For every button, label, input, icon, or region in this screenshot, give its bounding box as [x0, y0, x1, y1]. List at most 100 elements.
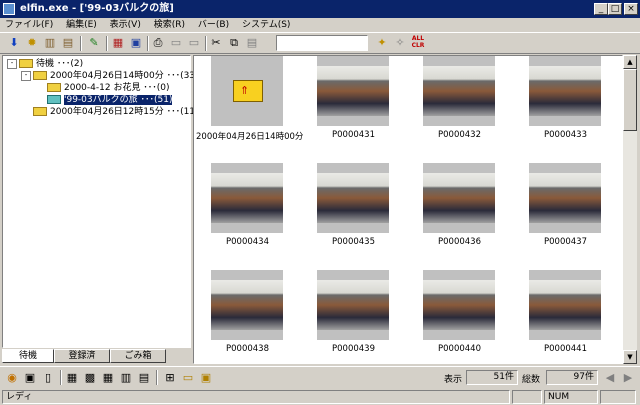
thumbnail-item[interactable]: P0000434	[196, 163, 299, 267]
toolbar-separator	[60, 370, 62, 385]
thumbnail-frame	[529, 163, 601, 233]
thumbnail-frame	[423, 56, 495, 126]
scroll-thumb[interactable]	[623, 69, 637, 131]
tab-registered[interactable]: 登録済	[54, 349, 110, 363]
toolbar-separator	[147, 36, 149, 51]
book-icon[interactable]: ▥	[42, 35, 58, 51]
thumbnail-frame	[423, 163, 495, 233]
folder-icon	[47, 83, 61, 92]
column-view-icon[interactable]: ▥	[118, 370, 134, 386]
menu-edit[interactable]: 編集(E)	[61, 18, 102, 32]
film-icon[interactable]: ▣	[128, 35, 144, 51]
maximize-button[interactable]: □	[608, 3, 622, 15]
thumbnail-frame	[529, 56, 601, 126]
search-next-icon[interactable]: ✧	[392, 35, 408, 51]
paste-icon[interactable]: ▤	[244, 35, 260, 51]
camera-icon[interactable]: ◉	[4, 370, 20, 386]
total-count-value: 97件	[546, 370, 598, 385]
title-bar[interactable]: elfin.exe - ['99-03バルクの旅]	[0, 0, 640, 18]
menu-bar-menu[interactable]: バー(B)	[193, 18, 234, 32]
folder-up-icon: ⇑	[233, 80, 263, 102]
next-arrow-icon[interactable]: ▶	[620, 370, 636, 386]
thumbnail-item[interactable]: P0000431	[302, 56, 405, 160]
tree-node-bulk-trip[interactable]: '99-03バルクの旅 ･･･(51)	[47, 94, 190, 106]
grid-medium-icon[interactable]: ▩	[82, 370, 98, 386]
search-input[interactable]	[276, 35, 368, 51]
grid-small-icon[interactable]: ▦	[100, 370, 116, 386]
bulb-icon[interactable]: ✹	[24, 35, 40, 51]
tree-node-20000426-1400[interactable]: -2000年04月26日14時00分 ･･･(33)	[21, 70, 199, 82]
trash-icon[interactable]: ▯	[40, 370, 56, 386]
thumbnail-item[interactable]: P0000433	[514, 56, 617, 160]
thumbnail-item[interactable]: P0000437	[514, 163, 617, 267]
album-icon[interactable]: ▤	[60, 35, 76, 51]
tree-node-hanami[interactable]: 2000-4-12 お花見 ･･･(0)	[47, 82, 190, 94]
toolbar: ⬇ ✹ ▥ ▤ ✎ ▦ ▣ ⎙ ▭ ▭ ✂ ⧉ ▤ ✦ ✧ ALL CLR	[0, 32, 640, 54]
cut-icon[interactable]: ✂	[208, 35, 224, 51]
info-icon[interactable]: ▣	[22, 370, 38, 386]
app-icon[interactable]	[3, 3, 15, 15]
menu-search[interactable]: 検索(R)	[149, 18, 190, 32]
num-lock-indicator: NUM	[544, 390, 598, 404]
menu-system[interactable]: システム(S)	[237, 18, 295, 32]
tree-node-20000426-1215[interactable]: 2000年04月26日12時15分 ･･･(11)	[33, 106, 199, 118]
thumbnail-item[interactable]: P0000435	[302, 163, 405, 267]
status-panel-blank	[512, 390, 542, 404]
tree-node-waiting[interactable]: - 待機 ･･･(2)	[7, 58, 190, 70]
thumbnail-caption: P0000432	[438, 130, 481, 140]
thumbnail-frame	[317, 270, 389, 340]
bottom-toolbar: ◉ ▣ ▯ ▦ ▩ ▦ ▥ ▤ ⊞ ▭ ▣ 表示 51件 総数 97件 ◀ ▶	[0, 366, 640, 388]
thumbnail-frame	[423, 270, 495, 340]
scroll-up-icon[interactable]: ▲	[623, 55, 637, 69]
tab-waiting[interactable]: 待機	[2, 349, 54, 363]
scroll-down-icon[interactable]: ▼	[623, 350, 637, 364]
thumbnail-caption: P0000435	[332, 237, 375, 247]
photo	[423, 280, 495, 330]
leaf-icon[interactable]: ✎	[86, 35, 102, 51]
vertical-scrollbar[interactable]: ▲ ▼	[623, 55, 637, 364]
thumbnail-item[interactable]: P0000432	[408, 56, 511, 160]
calendar-icon[interactable]: ▦	[110, 35, 126, 51]
import-arrow-icon[interactable]: ⬇	[6, 35, 22, 51]
thumbnail-caption: P0000440	[438, 344, 481, 354]
display-count-label: 表示	[444, 375, 463, 385]
total-count-label: 総数	[522, 375, 541, 385]
copy-icon[interactable]: ⧉	[226, 35, 242, 51]
menu-file[interactable]: ファイル(F)	[0, 18, 58, 32]
folder-icon	[33, 71, 47, 80]
toolbar-separator	[106, 36, 108, 51]
image-view-icon[interactable]: ▣	[198, 370, 214, 386]
move-folder-icon[interactable]: ▭	[186, 35, 202, 51]
tree-view-icon[interactable]: ⊞	[162, 370, 178, 386]
thumbnail-item[interactable]: P0000440	[408, 270, 511, 363]
menu-view[interactable]: 表示(V)	[105, 18, 146, 32]
tab-trash[interactable]: ごみ箱	[110, 349, 166, 363]
minimize-button[interactable]: _	[594, 3, 608, 15]
thumbnail-folder[interactable]: ⇑ 2000年04月26日14時00分	[196, 56, 303, 160]
thumbnail-frame	[211, 270, 283, 340]
thumbnail-item[interactable]: P0000441	[514, 270, 617, 363]
photo	[529, 173, 601, 223]
thumbnail-frame	[211, 163, 283, 233]
prev-arrow-icon[interactable]: ◀	[602, 370, 618, 386]
thumbnail-item[interactable]: P0000439	[302, 270, 405, 363]
collapse-icon[interactable]: -	[7, 58, 17, 69]
folder-icon	[33, 107, 47, 116]
close-button[interactable]: ×	[624, 3, 638, 15]
thumbnail-caption: P0000431	[332, 130, 375, 140]
thumbnail-item[interactable]: P0000438	[196, 270, 299, 363]
photo	[423, 66, 495, 116]
thumbnail-frame	[317, 56, 389, 126]
thumbnail-item[interactable]: P0000436	[408, 163, 511, 267]
folder-view-icon[interactable]: ▭	[180, 370, 196, 386]
collapse-icon[interactable]: -	[21, 70, 31, 81]
photo	[529, 280, 601, 330]
open-folder-icon[interactable]: ▭	[168, 35, 184, 51]
thumbnail-caption: P0000436	[438, 237, 481, 247]
print-icon[interactable]: ⎙	[150, 35, 166, 51]
grid-large-icon[interactable]: ▦	[64, 370, 80, 386]
search-flashlight-icon[interactable]: ✦	[374, 35, 390, 51]
folder-tree[interactable]: - 待機 ･･･(2) -2000年04月26日14時00分 ･･･(33) 20…	[2, 55, 199, 348]
clear-all-button[interactable]: ALL CLR	[410, 35, 426, 51]
list-view-icon[interactable]: ▤	[136, 370, 152, 386]
